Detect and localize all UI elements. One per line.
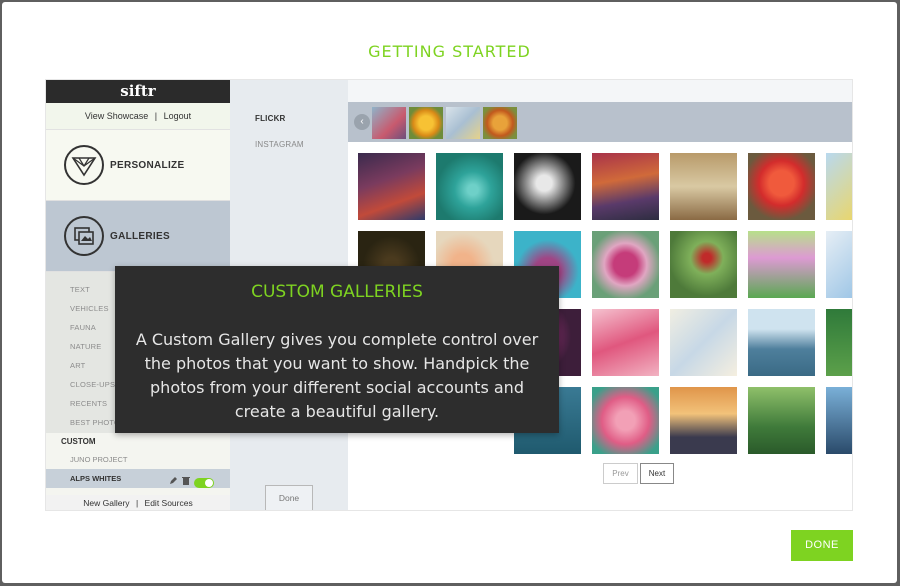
sources-done-button[interactable]: Done [265, 485, 313, 510]
view-showcase-link[interactable]: View Showcase [85, 111, 148, 121]
top-strip [348, 80, 852, 102]
link-separator: | [154, 111, 158, 121]
photo-thumb[interactable] [748, 153, 815, 220]
getting-started-modal: GETTING STARTED siftr View Showcase | Lo… [2, 2, 897, 583]
nav-personalize-label: PERSONALIZE [110, 159, 185, 171]
custom-gallery-alps-whites[interactable]: ALPS WHITES [46, 469, 230, 488]
done-button[interactable]: DONE [791, 530, 853, 561]
photo-thumb[interactable] [826, 153, 852, 220]
footer-separator: | [135, 498, 139, 508]
photo-thumb[interactable] [592, 387, 659, 454]
selected-thumb[interactable] [483, 107, 517, 139]
pager-next-button[interactable]: Next [640, 463, 674, 484]
tooltip-body: A Custom Gallery gives you complete cont… [135, 330, 539, 421]
photo-thumb[interactable] [670, 309, 737, 376]
photo-thumb[interactable] [748, 231, 815, 298]
source-instagram[interactable]: INSTAGRAM [230, 140, 348, 149]
galleries-icon [64, 216, 104, 256]
gallery-visibility-toggle[interactable] [194, 477, 214, 488]
custom-gallery-label: ALPS WHITES [70, 474, 122, 483]
photo-thumb[interactable] [592, 309, 659, 376]
photo-thumb[interactable] [358, 153, 425, 220]
photo-thumb[interactable] [514, 153, 581, 220]
selected-photos-carousel: ‹ [348, 102, 852, 142]
tooltip-title: CUSTOM GALLERIES [251, 282, 423, 302]
new-gallery-link[interactable]: New Gallery [83, 498, 129, 508]
photo-thumb[interactable] [826, 387, 852, 454]
sidebar-footer: New Gallery | Edit Sources [46, 495, 230, 510]
photo-thumb[interactable] [592, 153, 659, 220]
selected-thumb[interactable] [446, 107, 480, 139]
custom-gallery-juno-project[interactable]: JUNO PROJECT [46, 450, 230, 469]
edit-icon[interactable] [169, 473, 178, 492]
photo-thumb[interactable] [592, 231, 659, 298]
account-links: View Showcase | Logout [46, 103, 230, 130]
custom-galleries-tooltip: CUSTOM GALLERIES A Custom Gallery gives … [115, 266, 559, 433]
modal-title: GETTING STARTED [368, 42, 531, 61]
photo-thumb[interactable] [826, 231, 852, 298]
personalize-icon [64, 145, 104, 185]
carousel-back-icon[interactable]: ‹ [354, 114, 370, 130]
photo-thumb[interactable] [826, 309, 852, 376]
edit-sources-link[interactable]: Edit Sources [145, 498, 193, 508]
photo-thumb[interactable] [670, 153, 737, 220]
photo-thumb[interactable] [670, 387, 737, 454]
photo-thumb[interactable] [436, 153, 503, 220]
selected-thumb[interactable] [372, 107, 406, 139]
photo-thumb[interactable] [670, 231, 737, 298]
nav-personalize[interactable]: PERSONALIZE [46, 130, 230, 201]
gallery-row-tools [169, 473, 214, 492]
photo-thumb[interactable] [748, 387, 815, 454]
logo: siftr [46, 80, 230, 103]
custom-section-label: CUSTOM [61, 437, 96, 446]
pager-prev-button[interactable]: Prev [603, 463, 638, 484]
photo-thumb[interactable] [748, 309, 815, 376]
nav-galleries[interactable]: GALLERIES [46, 201, 230, 272]
trash-icon[interactable] [182, 473, 190, 492]
nav-galleries-label: GALLERIES [110, 230, 170, 242]
source-flickr[interactable]: FLICKR [230, 114, 348, 123]
logout-link[interactable]: Logout [164, 111, 192, 121]
selected-thumb[interactable] [409, 107, 443, 139]
